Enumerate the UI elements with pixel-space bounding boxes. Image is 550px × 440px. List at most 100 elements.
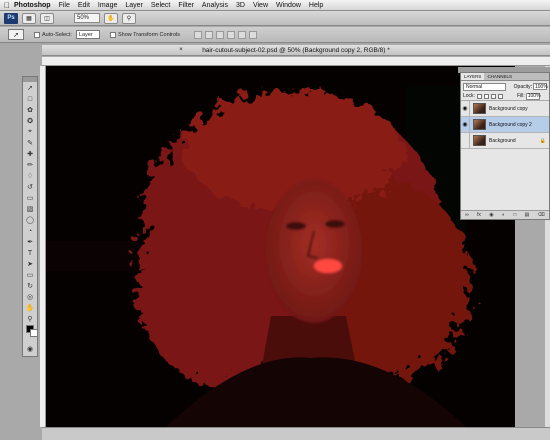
align-top-icon[interactable]	[194, 30, 203, 39]
layer-thumbnail	[473, 135, 486, 146]
layers-panel-tabs: LAYERS CHANNELS	[461, 73, 549, 81]
mask-icon[interactable]: ◉	[489, 212, 493, 218]
lips	[314, 259, 342, 273]
trash-icon[interactable]: ⌫	[538, 212, 545, 218]
options-bar: ➚ Auto-Select: Layer Show Transform Cont…	[0, 27, 550, 43]
quick-selection-tool-icon[interactable]: ✪	[23, 116, 37, 126]
document-canvas[interactable]	[46, 66, 515, 427]
align-middle-icon[interactable]	[205, 30, 214, 39]
menu-layer[interactable]: Layer	[125, 2, 143, 9]
show-transform-checkbox[interactable]	[109, 31, 116, 38]
eyedropper-tool-icon[interactable]: ✎	[23, 138, 37, 148]
path-selection-tool-icon[interactable]: ➤	[23, 259, 37, 269]
align-center-icon[interactable]	[238, 30, 247, 39]
apple-icon[interactable]: 	[0, 1, 14, 10]
quick-mask-icon[interactable]: ◉	[23, 344, 37, 354]
auto-select-dropdown[interactable]: Layer	[75, 30, 100, 39]
photoshop-logo: Ps	[4, 12, 18, 24]
blend-mode-select[interactable]: Normal	[463, 82, 506, 91]
lock-transparency-icon[interactable]	[476, 93, 482, 99]
zoom-tool-icon[interactable]: ⚲	[23, 314, 37, 324]
fill-field[interactable]: 100%	[525, 92, 541, 100]
hand-tool-button[interactable]: ✋	[104, 12, 118, 24]
zoom-level-select[interactable]: 50%	[74, 13, 100, 23]
auto-select-checkbox[interactable]	[34, 31, 40, 38]
link-icon[interactable]: ∞	[465, 212, 469, 218]
align-right-icon[interactable]	[249, 30, 258, 39]
healing-brush-tool-icon[interactable]: ✚	[23, 149, 37, 159]
lock-pixels-icon[interactable]	[483, 93, 489, 99]
background-color-swatch[interactable]	[30, 329, 38, 337]
lock-position-icon[interactable]	[490, 93, 496, 99]
fx-icon[interactable]: fx	[477, 212, 481, 218]
menu-bar:  Photoshop File Edit Image Layer Select…	[0, 0, 550, 11]
dodge-tool-icon[interactable]: ◔	[23, 226, 37, 236]
move-tool-preset-icon[interactable]: ➚	[8, 29, 24, 40]
zoom-tool-button[interactable]: ⚲	[122, 12, 136, 24]
close-document-icon[interactable]: ×	[178, 47, 184, 53]
menu-edit[interactable]: Edit	[78, 2, 90, 9]
3d-orbit-tool-icon[interactable]: ◎	[23, 292, 37, 302]
shape-tool-icon[interactable]: ▭	[23, 270, 37, 280]
lock-icon: 🔒	[539, 137, 546, 144]
crop-tool-icon[interactable]: ⌖	[23, 127, 37, 137]
canvas-image	[46, 66, 515, 427]
lock-all-icon[interactable]	[497, 93, 503, 99]
layers-panel-footer: ∞ fx ◉ ◐ □ ▤ ⌫	[461, 210, 549, 219]
lock-label: Lock:	[463, 93, 475, 99]
layer-name: Background copy 2	[489, 121, 532, 128]
3d-rotate-tool-icon[interactable]: ↻	[23, 281, 37, 291]
gradient-tool-icon[interactable]: ▧	[23, 204, 37, 214]
tools-panel-grip[interactable]	[23, 77, 37, 82]
fill-label: Fill:	[516, 93, 525, 99]
layer-row[interactable]: ◉ Background copy 2	[461, 116, 549, 133]
align-bottom-icon[interactable]	[216, 30, 225, 39]
layer-row[interactable]: Background 🔒	[461, 132, 549, 149]
clone-stamp-tool-icon[interactable]: ♢	[23, 171, 37, 181]
application-bar: Ps ▦ ◫ 50% ✋ ⚲	[0, 11, 550, 26]
menu-image[interactable]: Image	[98, 2, 117, 9]
tab-layers[interactable]: LAYERS	[461, 73, 485, 80]
layer-name: Background	[489, 137, 516, 144]
menu-select[interactable]: Select	[151, 2, 170, 9]
eye-icon[interactable]: ◉	[461, 116, 470, 133]
folder-icon[interactable]: □	[513, 212, 516, 218]
menu-view[interactable]: View	[253, 2, 268, 9]
lasso-tool-icon[interactable]: ✿	[23, 105, 37, 115]
hand-tool-icon[interactable]: ✋	[23, 303, 37, 313]
eye-icon[interactable]: ◉	[461, 100, 470, 117]
blur-tool-icon[interactable]: ◯	[23, 215, 37, 225]
layer-thumbnail	[473, 119, 486, 130]
menu-filter[interactable]: Filter	[178, 2, 194, 9]
menu-3d[interactable]: 3D	[236, 2, 245, 9]
auto-select-label: Auto-Select:	[42, 31, 72, 38]
menu-file[interactable]: File	[59, 2, 70, 9]
adjustment-icon[interactable]: ◐	[502, 212, 505, 218]
menu-window[interactable]: Window	[276, 2, 301, 9]
menu-analysis[interactable]: Analysis	[202, 2, 228, 9]
layers-panel: LAYERS CHANNELS Normal Opacity: 100% Loc…	[460, 72, 550, 220]
align-left-icon[interactable]	[227, 30, 236, 39]
marquee-tool-icon[interactable]: □	[23, 94, 37, 104]
layer-name: Background copy	[489, 105, 528, 112]
menu-help[interactable]: Help	[309, 2, 323, 9]
layer-row[interactable]: ◉ Background copy	[461, 100, 549, 117]
eye-icon-hidden[interactable]	[461, 132, 470, 149]
brush-tool-icon[interactable]: ✏	[23, 160, 37, 170]
tab-channels[interactable]: CHANNELS	[484, 73, 515, 80]
new-layer-icon[interactable]: ▤	[525, 212, 530, 218]
opacity-field[interactable]: 100%	[533, 83, 548, 90]
view-extras-button[interactable]: ◫	[40, 12, 54, 24]
document-title: hair-cutout-subject-02.psd @ 50% (Backgr…	[202, 46, 390, 54]
launch-bridge-button[interactable]: ▦	[22, 12, 36, 24]
type-tool-icon[interactable]: T	[23, 248, 37, 258]
history-brush-tool-icon[interactable]: ↺	[23, 182, 37, 192]
pen-tool-icon[interactable]: ✒	[23, 237, 37, 247]
document-title-bar[interactable]: × hair-cutout-subject-02.psd @ 50% (Back…	[42, 45, 550, 56]
opacity-label: Opacity:	[513, 83, 532, 90]
menu-app-name[interactable]: Photoshop	[14, 2, 51, 9]
face	[266, 179, 362, 323]
eraser-tool-icon[interactable]: ▭	[23, 193, 37, 203]
move-tool-icon[interactable]: ➚	[23, 83, 37, 93]
horizontal-ruler[interactable]	[42, 57, 550, 66]
